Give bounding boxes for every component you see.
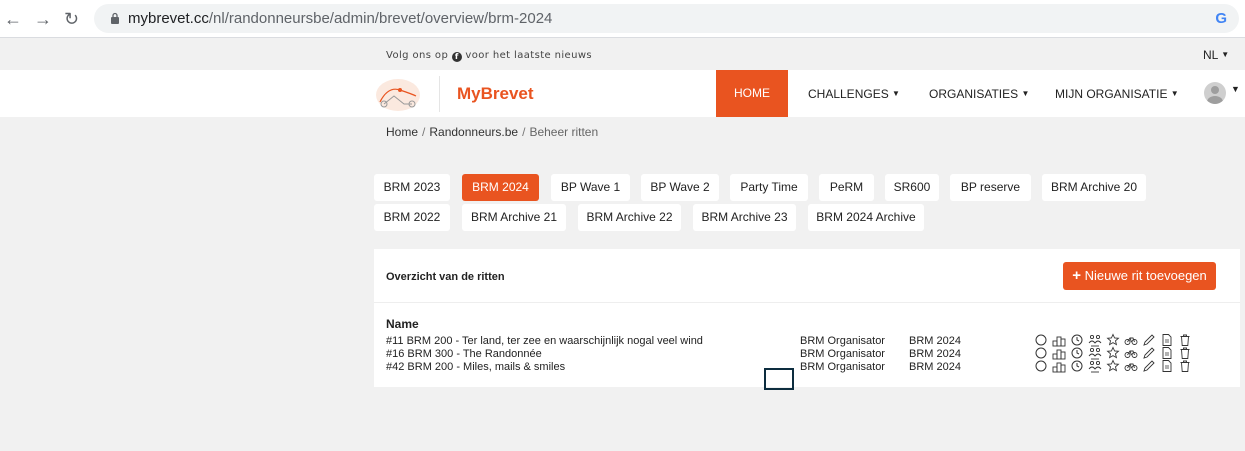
address-bar[interactable]: mybrevet.cc/nl/randonneursbe/admin/breve… (94, 4, 1239, 33)
tab-bp-wave-1[interactable]: BP Wave 1 (551, 174, 630, 201)
url-text: mybrevet.cc/nl/randonneursbe/admin/breve… (128, 10, 553, 27)
browser-toolbar: ← → ↻ mybrevet.cc/nl/randonneursbe/admin… (0, 0, 1245, 38)
plus-icon: + (1072, 267, 1081, 284)
ride-organizer: BRM Organisator (800, 348, 885, 360)
tab-party-time[interactable]: Party Time (730, 174, 808, 201)
tab-perm[interactable]: PeRM (819, 174, 874, 201)
nav-mijn-organisatie[interactable]: MIJN ORGANISATIE ▼ (1055, 70, 1179, 117)
lock-icon (111, 12, 119, 24)
ride-organizer: BRM Organisator (800, 335, 885, 347)
document-icon[interactable] (1160, 333, 1174, 347)
ride-category: BRM 2024 (909, 348, 961, 360)
ride-name[interactable]: #11 BRM 200 - Ter land, ter zee en waars… (386, 335, 703, 347)
trash-icon[interactable] (1178, 346, 1192, 360)
circle-icon[interactable] (1034, 346, 1048, 360)
user-icon (1207, 86, 1223, 104)
podium-icon[interactable] (1052, 333, 1066, 347)
tab-brm-archive-23[interactable]: BRM Archive 23 (693, 204, 796, 231)
tab-brm-archive-21[interactable]: BRM Archive 21 (462, 204, 566, 231)
top-strip: Volg ons op f voor het laatste nieuws NL… (0, 38, 1245, 70)
language-select[interactable]: NL ▼ (1203, 48, 1229, 62)
card-title: Overzicht van de ritten (386, 271, 505, 283)
star-icon[interactable] (1106, 333, 1120, 347)
star-icon[interactable] (1106, 359, 1120, 373)
trash-icon[interactable] (1178, 333, 1192, 347)
star-icon[interactable] (1106, 346, 1120, 360)
bicycle-icon[interactable] (1124, 359, 1138, 373)
breadcrumb-home[interactable]: Home (386, 125, 418, 139)
circle-icon[interactable] (1034, 359, 1048, 373)
pencil-icon[interactable] (1142, 346, 1156, 360)
nav-challenges[interactable]: CHALLENGES ▼ (808, 70, 900, 117)
forward-arrow-icon[interactable]: → (34, 8, 52, 30)
table-row: #42 BRM 200 - Miles, mails & smiles BRM … (374, 359, 1240, 373)
card-header: Overzicht van de ritten + Nieuwe rit toe… (374, 249, 1240, 303)
breadcrumb: Home / Randonneurs.be / Beheer ritten (386, 125, 599, 139)
ride-category: BRM 2024 (909, 361, 961, 373)
follow-text: Volg ons op f voor het laatste nieuws (386, 50, 593, 62)
clock-icon[interactable] (1070, 359, 1084, 373)
brand-name[interactable]: MyBrevet (457, 84, 534, 104)
brand-logo[interactable] (370, 76, 426, 112)
avatar[interactable] (1204, 82, 1226, 104)
pencil-icon[interactable] (1142, 359, 1156, 373)
chevron-down-icon[interactable]: ▼ (1231, 84, 1240, 94)
tab-brm-2024[interactable]: BRM 2024 (462, 174, 539, 201)
chevron-down-icon: ▼ (892, 89, 900, 98)
nav-home[interactable]: HOME (716, 70, 788, 117)
facebook-icon[interactable]: f (451, 52, 462, 62)
circle-icon[interactable] (1034, 333, 1048, 347)
tab-brm-archive-20[interactable]: BRM Archive 20 (1042, 174, 1146, 201)
main-navbar: MyBrevet HOME CHALLENGES ▼ ORGANISATIES … (0, 70, 1245, 117)
podium-icon[interactable] (1052, 359, 1066, 373)
page: Volg ons op f voor het laatste nieuws NL… (0, 38, 1245, 451)
tab-brm-2024-archive[interactable]: BRM 2024 Archive (808, 204, 924, 231)
ride-category: BRM 2024 (909, 335, 961, 347)
chevron-down-icon: ▼ (1170, 89, 1179, 98)
tab-bp-reserve[interactable]: BP reserve (950, 174, 1031, 201)
document-icon[interactable] (1160, 359, 1174, 373)
ride-organizer: BRM Organisator (800, 361, 885, 373)
chevron-down-icon: ▼ (1221, 50, 1230, 59)
trash-icon[interactable] (1178, 359, 1192, 373)
group-icon[interactable] (1088, 359, 1102, 373)
group-icon[interactable] (1088, 346, 1102, 360)
clock-icon[interactable] (1070, 346, 1084, 360)
back-arrow-icon[interactable]: ← (4, 8, 22, 30)
bicycle-icon[interactable] (1124, 346, 1138, 360)
breadcrumb-org[interactable]: Randonneurs.be (429, 125, 518, 139)
document-icon[interactable] (1160, 346, 1174, 360)
clock-icon[interactable] (1070, 333, 1084, 347)
ride-name[interactable]: #16 BRM 300 - The Randonnée (386, 348, 542, 360)
logo-divider (439, 76, 440, 112)
podium-icon[interactable] (1052, 346, 1066, 360)
google-icon[interactable]: G (1215, 10, 1227, 27)
tab-sr600[interactable]: SR600 (885, 174, 939, 201)
reload-icon[interactable]: ↻ (64, 8, 79, 30)
chevron-down-icon: ▼ (1021, 89, 1030, 98)
tab-bp-wave-2[interactable]: BP Wave 2 (641, 174, 719, 201)
add-ride-button[interactable]: + Nieuwe rit toevoegen (1063, 262, 1216, 290)
pencil-icon[interactable] (1142, 333, 1156, 347)
group-icon[interactable] (1088, 333, 1102, 347)
tab-brm-2022[interactable]: BRM 2022 (374, 204, 450, 231)
highlight-box (764, 368, 794, 390)
breadcrumb-current: Beheer ritten (529, 125, 599, 139)
nav-organisaties[interactable]: ORGANISATIES ▼ (929, 70, 1029, 117)
tab-brm-2023[interactable]: BRM 2023 (374, 174, 450, 201)
column-header-name: Name (386, 317, 419, 331)
rides-overview-card: Overzicht van de ritten + Nieuwe rit toe… (374, 249, 1240, 387)
tab-brm-archive-22[interactable]: BRM Archive 22 (578, 204, 681, 231)
bicycle-icon[interactable] (1124, 333, 1138, 347)
ride-name[interactable]: #42 BRM 200 - Miles, mails & smiles (386, 361, 565, 373)
